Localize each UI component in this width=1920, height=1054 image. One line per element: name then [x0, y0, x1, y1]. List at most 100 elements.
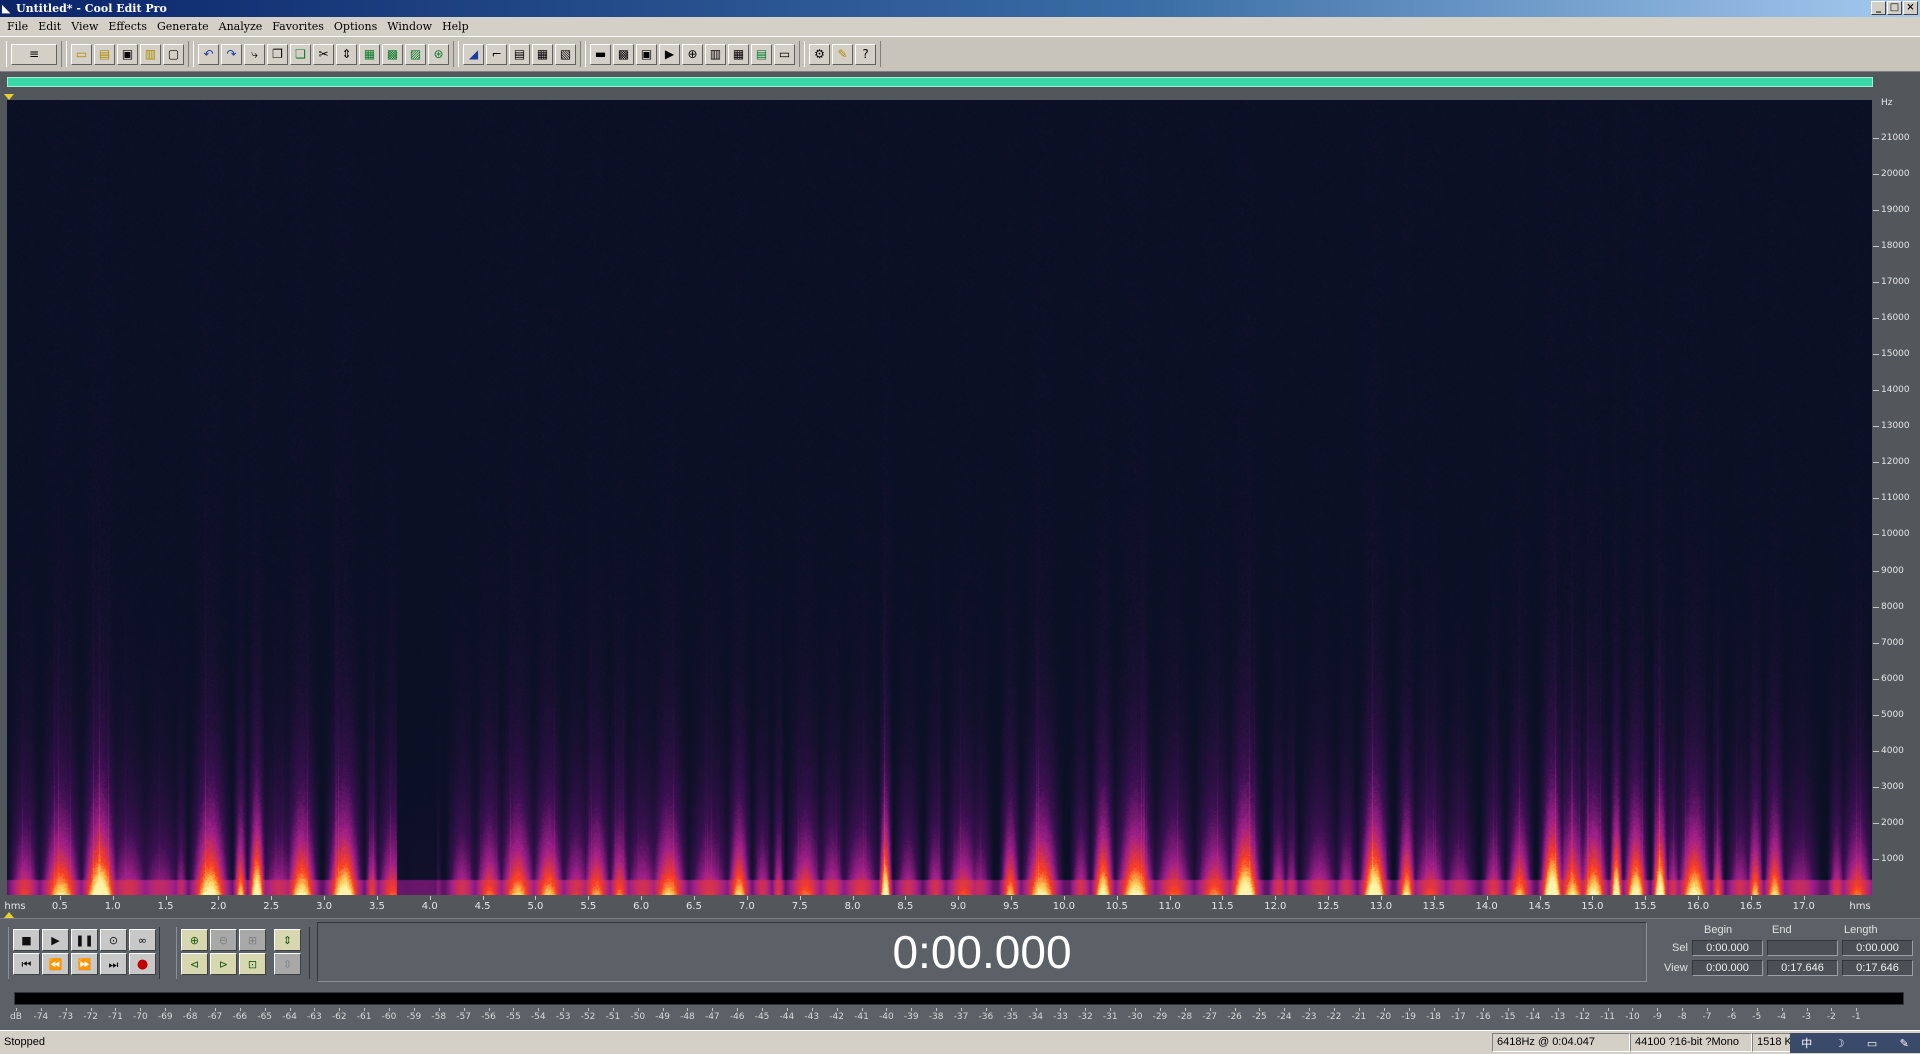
menu-edit[interactable]: Edit: [34, 17, 67, 36]
zoom-vertical-out-icon[interactable]: ⇳: [274, 953, 301, 975]
meter-tick: [1209, 1008, 1211, 1011]
title-bar[interactable]: ◣ Untitled* - Cool Edit Pro _ □ ×: [0, 0, 1920, 17]
cue-list-icon[interactable]: ▦: [728, 43, 749, 65]
menu-options[interactable]: Options: [330, 17, 383, 36]
play-icon[interactable]: ▶: [42, 929, 69, 951]
view-begin-field[interactable]: 0:00.000: [1692, 960, 1763, 976]
frequency-tick: [1873, 318, 1879, 320]
zoom-full-icon[interactable]: ⊞: [239, 929, 266, 951]
meter-label: -37: [953, 1012, 969, 1022]
waveform-toggle-icon[interactable]: ≡: [11, 43, 57, 65]
time-label: 13.0: [1369, 901, 1393, 912]
level-meter: dB -74 -73 -72 -71 -70 -69 -68 -67 -66 -65 -64 -63 -6…: [0, 984, 1920, 1030]
new-file-icon[interactable]: ▭: [71, 43, 92, 65]
frequency-label: 5000: [1881, 709, 1904, 720]
menu-effects[interactable]: Effects: [104, 17, 153, 36]
zoom-selection-icon[interactable]: ⊡: [239, 953, 266, 975]
stop-icon[interactable]: ■: [13, 929, 40, 951]
redo-icon[interactable]: ↷: [221, 43, 242, 65]
time-tick: [165, 896, 167, 900]
copy-icon[interactable]: ❐: [267, 43, 288, 65]
copy-new-icon[interactable]: ❏: [290, 43, 311, 65]
fast-forward-icon[interactable]: ⏩: [71, 953, 98, 975]
script-icon[interactable]: ✎: [832, 43, 853, 65]
analyze-icon[interactable]: ▥: [705, 43, 726, 65]
envelope-icon[interactable]: ⌐: [486, 43, 507, 65]
zoom-right-icon[interactable]: ⊳: [210, 953, 237, 975]
close-file-icon[interactable]: ▢: [163, 43, 184, 65]
zoom-left-icon[interactable]: ⊲: [181, 953, 208, 975]
meter-tick: [811, 1008, 813, 1011]
meter-label: -43: [804, 1012, 820, 1022]
time-label: 0.5: [51, 901, 68, 912]
tray-icon[interactable]: 中: [1801, 1035, 1812, 1051]
visible-range-indicator[interactable]: [7, 77, 1873, 87]
amplify-icon[interactable]: ◢: [463, 43, 484, 65]
view-length-field[interactable]: 0:17.646: [1842, 960, 1913, 976]
sel-begin-field[interactable]: 0:00.000: [1692, 940, 1763, 956]
info-icon[interactable]: ▤: [751, 43, 772, 65]
meter-label: -69: [157, 1012, 173, 1022]
mix-paste-icon[interactable]: ▨: [405, 43, 426, 65]
start-marker-top[interactable]: [4, 94, 14, 100]
spectral-view-icon[interactable]: ▩: [613, 43, 634, 65]
loop-icon[interactable]: ∞: [129, 929, 156, 951]
save-as-icon[interactable]: ▥: [140, 43, 161, 65]
spectrogram-canvas[interactable]: [7, 100, 1872, 895]
tray-icon[interactable]: ✎: [1900, 1037, 1909, 1050]
meter-tick: [637, 1008, 639, 1011]
tray-icon[interactable]: ☽: [1835, 1037, 1845, 1050]
repeat-icon[interactable]: ⤷: [244, 43, 265, 65]
go-to-end-icon[interactable]: ⏭: [100, 953, 127, 975]
view-end-field[interactable]: 0:17.646: [1767, 960, 1838, 976]
record-icon[interactable]: ●: [129, 953, 156, 975]
rewind-icon[interactable]: ⏪: [42, 953, 69, 975]
frequency-tick: [1873, 822, 1879, 824]
close-icon[interactable]: ×: [1903, 1, 1918, 15]
meter-tick: [911, 1008, 913, 1011]
play-to-end-icon[interactable]: ⊙: [100, 929, 127, 951]
menu-generate[interactable]: Generate: [153, 17, 215, 36]
zoom-vertical-in-icon[interactable]: ⇕: [274, 929, 301, 951]
meter-tick: [339, 1008, 341, 1011]
menu-help[interactable]: Help: [438, 17, 475, 36]
undo-icon[interactable]: ↶: [198, 43, 219, 65]
maximize-icon[interactable]: □: [1887, 1, 1902, 15]
noise-reduction-icon[interactable]: ▤: [509, 43, 530, 65]
save-icon[interactable]: ▣: [117, 43, 138, 65]
go-to-start-icon[interactable]: ⏮: [13, 953, 40, 975]
zoom-view-icon[interactable]: ⊕: [682, 43, 703, 65]
cut-icon[interactable]: ✂: [313, 43, 334, 65]
tray-icon[interactable]: ▭: [1867, 1037, 1877, 1050]
play-preview-icon[interactable]: ▶: [659, 43, 680, 65]
meter-label: -70: [132, 1012, 148, 1022]
menu-window[interactable]: Window: [383, 17, 438, 36]
sel-end-field[interactable]: [1767, 940, 1838, 956]
zoom-in-icon[interactable]: ⊕: [181, 929, 208, 951]
eq-icon[interactable]: ▧: [555, 43, 576, 65]
menu-file[interactable]: File: [3, 17, 34, 36]
help-icon[interactable]: ?: [855, 43, 876, 65]
frequency-tick: [1873, 786, 1879, 788]
settings-icon[interactable]: ⚙: [809, 43, 830, 65]
waveform-view-icon[interactable]: ▬: [590, 43, 611, 65]
time-tick: [535, 896, 537, 900]
overview-bar[interactable]: [0, 72, 1920, 96]
paste-new-icon[interactable]: ▩: [382, 43, 403, 65]
paste-icon[interactable]: ▦: [359, 43, 380, 65]
minimize-icon[interactable]: _: [1871, 1, 1886, 15]
menu-analyze[interactable]: Analyze: [215, 17, 269, 36]
snap-icon[interactable]: ▣: [636, 43, 657, 65]
pause-icon[interactable]: ❚❚: [71, 929, 98, 951]
filter-icon[interactable]: ▦: [532, 43, 553, 65]
meter-tick: [413, 1008, 415, 1011]
mono-icon[interactable]: ▭: [774, 43, 795, 65]
menu-view[interactable]: View: [67, 17, 104, 36]
sel-length-field[interactable]: 0:00.000: [1842, 940, 1913, 956]
menu-favorites[interactable]: Favorites: [268, 17, 330, 36]
time-tick: [1592, 896, 1594, 900]
trim-icon[interactable]: ⇕: [336, 43, 357, 65]
open-file-icon[interactable]: ▤: [94, 43, 115, 65]
zoom-out-icon[interactable]: ⊖: [210, 929, 237, 951]
mix-icon[interactable]: ⊛: [428, 43, 449, 65]
